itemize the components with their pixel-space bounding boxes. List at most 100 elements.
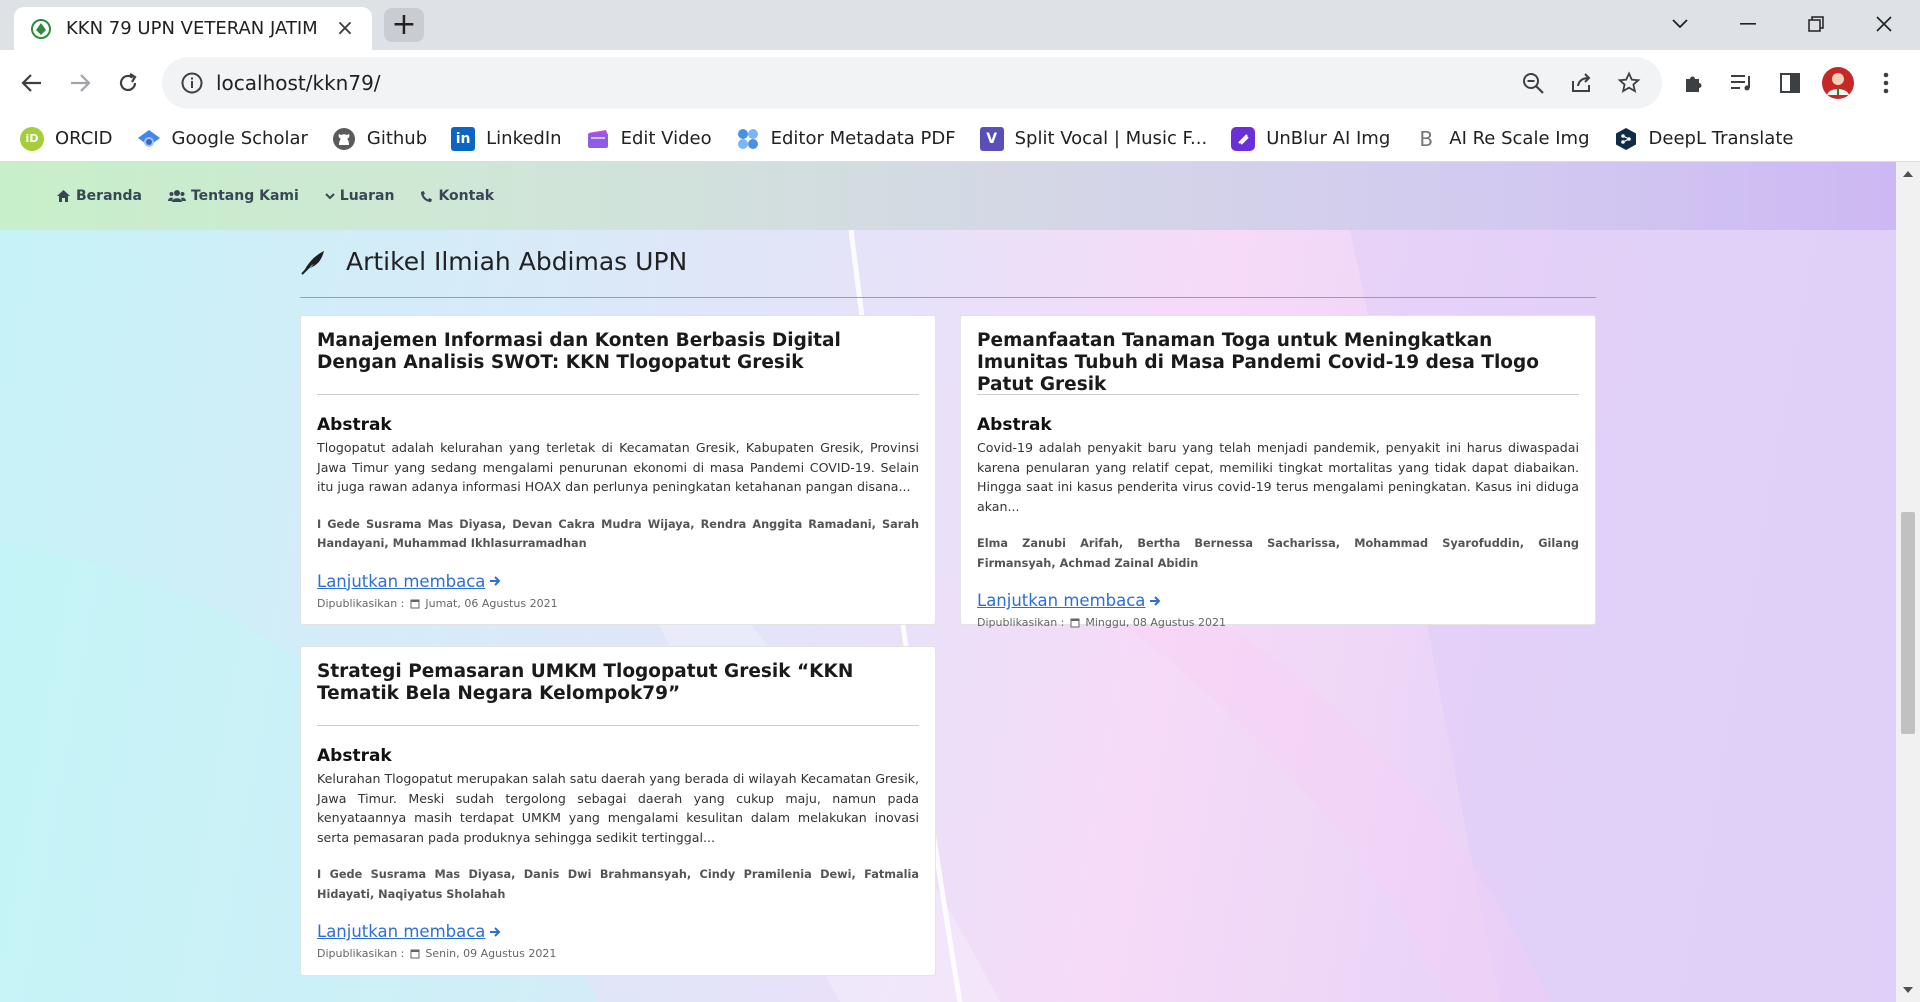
bookmark-orcid[interactable]: iD ORCID: [20, 121, 113, 157]
restore-icon[interactable]: [1788, 6, 1844, 42]
publish-info: Dipublikasikan : Jumat, 06 Agustus 2021: [317, 596, 558, 610]
bookmark-edit-video[interactable]: Edit Video: [586, 121, 712, 157]
arrow-left-icon: [21, 74, 41, 92]
nav-kontak[interactable]: Kontak: [420, 188, 494, 204]
page-viewport: Beranda Tentang Kami Luaran Kontak Artik…: [0, 162, 1920, 1002]
publish-info: Dipublikasikan : Senin, 09 Agustus 2021: [317, 947, 557, 961]
section-divider: [300, 297, 1596, 298]
close-window-icon[interactable]: [1856, 6, 1912, 42]
article-authors: I Gede Susrama Mas Diyasa, Devan Cakra M…: [317, 517, 919, 551]
deepl-icon: [1614, 127, 1638, 151]
tab-search-icon[interactable]: [1652, 6, 1708, 42]
reload-button[interactable]: [108, 63, 148, 103]
card-divider: [317, 725, 919, 726]
bookmark-split-vocal[interactable]: V Split Vocal | Music F...: [979, 121, 1207, 157]
tab-title: KKN 79 UPN VETERAN JATIM: [66, 18, 318, 39]
profile-avatar[interactable]: [1822, 67, 1854, 99]
article-card: Pemanfaatan Tanaman Toga untuk Meningkat…: [960, 315, 1596, 629]
feather-icon: [301, 250, 324, 275]
google-scholar-icon: [137, 127, 161, 151]
calendar-icon: [410, 599, 420, 609]
publish-date: Jumat, 06 Agustus 2021: [425, 596, 558, 610]
new-tab-button[interactable]: +: [384, 8, 424, 42]
minimize-icon[interactable]: [1720, 6, 1776, 42]
github-icon: [332, 127, 356, 151]
read-more-link[interactable]: Lanjutkan membaca: [317, 572, 501, 591]
abstract-text: Kelurahan Tlogopatut merupakan salah sat…: [317, 771, 919, 845]
read-more-link[interactable]: Lanjutkan membaca: [977, 591, 1161, 610]
orcid-icon: iD: [20, 126, 44, 151]
share-icon[interactable]: [1566, 68, 1596, 98]
article-card: Strategi Pemasaran UMKM Tlogopatut Gresi…: [300, 646, 936, 976]
zoom-icon[interactable]: [1518, 68, 1548, 98]
arrow-right-icon: [1150, 595, 1161, 606]
bookmark-unblur[interactable]: UnBlur AI Img: [1231, 121, 1390, 157]
chevron-down-icon: [325, 193, 335, 200]
abstract-heading: Abstrak: [317, 746, 392, 766]
unblur-icon: [1231, 126, 1256, 151]
site-navbar: Beranda Tentang Kami Luaran Kontak: [0, 162, 1896, 230]
abstract-text: Tlogopatut adalah kelurahan yang terleta…: [317, 440, 919, 495]
scroll-up-icon[interactable]: [1896, 162, 1920, 186]
scrollbar-thumb[interactable]: [1901, 512, 1915, 734]
bookmarks-bar: iD ORCID Google Scholar Github in Linked…: [0, 116, 1920, 162]
edit-video-icon: [586, 127, 610, 151]
reload-icon: [119, 73, 137, 92]
side-panel-icon[interactable]: [1774, 67, 1806, 99]
bookmark-github[interactable]: Github: [332, 121, 427, 157]
section-heading: Artikel Ilmiah Abdimas UPN: [300, 247, 687, 276]
abstract-heading: Abstrak: [977, 415, 1052, 435]
scroll-down-icon[interactable]: [1896, 978, 1920, 1002]
phone-icon: [421, 190, 433, 202]
section-title: Artikel Ilmiah Abdimas UPN: [346, 247, 688, 276]
article-authors: Elma Zanubi Arifah, Bertha Bernessa Sach…: [977, 537, 1579, 570]
publish-date: Senin, 09 Agustus 2021: [425, 947, 557, 961]
card-divider: [317, 394, 919, 395]
arrow-right-icon: [71, 74, 91, 92]
site-info-icon[interactable]: [180, 71, 204, 95]
address-bar[interactable]: localhost/kkn79/: [162, 57, 1662, 109]
arrow-right-icon: [490, 926, 501, 937]
abstract-heading: Abstrak: [317, 415, 392, 435]
bookmark-google-scholar[interactable]: Google Scholar: [137, 121, 308, 157]
nav-luaran[interactable]: Luaran: [325, 188, 394, 204]
site-favicon-icon: [30, 18, 52, 40]
article-authors: I Gede Susrama Mas Diyasa, Danis Dwi Bra…: [317, 868, 919, 901]
forward-button[interactable]: [60, 63, 100, 103]
nav-tentang-kami[interactable]: Tentang Kami: [167, 188, 299, 204]
calendar-icon: [410, 949, 420, 959]
home-icon: [57, 190, 70, 202]
calendar-icon: [1070, 618, 1080, 628]
article-title: Pemanfaatan Tanaman Toga untuk Meningkat…: [977, 330, 1539, 395]
article-card: Manajemen Informasi dan Konten Berbasis …: [300, 315, 936, 625]
browser-menu-icon[interactable]: [1870, 67, 1902, 99]
page-scrollbar[interactable]: [1896, 162, 1920, 1002]
publish-info: Dipublikasikan : Minggu, 08 Agustus 2021: [977, 616, 1227, 630]
abstract-text: Covid-19 adalah penyakit baru yang telah…: [977, 440, 1579, 514]
rescale-icon: B: [1419, 126, 1434, 151]
bookmark-editor-metadata-pdf[interactable]: Editor Metadata PDF: [736, 121, 956, 157]
metadata-pdf-icon: [736, 127, 760, 151]
back-button[interactable]: [12, 63, 52, 103]
browser-tab-active[interactable]: KKN 79 UPN VETERAN JATIM ×: [14, 7, 372, 50]
split-vocal-icon: V: [979, 126, 1004, 151]
background-decoration: [0, 221, 1896, 1002]
extensions-icon[interactable]: [1678, 67, 1710, 99]
tab-close-icon[interactable]: ×: [332, 16, 358, 42]
users-icon: [167, 190, 186, 202]
arrow-right-icon: [490, 576, 501, 586]
publish-date: Minggu, 08 Agustus 2021: [1085, 616, 1227, 630]
bookmark-deepl[interactable]: DeepL Translate: [1614, 121, 1793, 157]
read-more-link[interactable]: Lanjutkan membaca: [317, 922, 501, 941]
article-title: Manajemen Informasi dan Konten Berbasis …: [317, 330, 841, 373]
bookmark-star-icon[interactable]: [1614, 68, 1644, 98]
bookmark-linkedin[interactable]: in LinkedIn: [451, 121, 562, 157]
nav-beranda[interactable]: Beranda: [56, 188, 142, 204]
linkedin-icon: in: [451, 126, 476, 151]
bookmark-ai-rescale[interactable]: B AI Re Scale Img: [1414, 121, 1589, 157]
article-title: Strategi Pemasaran UMKM Tlogopatut Gresi…: [317, 661, 854, 704]
browser-toolbar: localhost/kkn79/: [0, 50, 1920, 116]
media-queue-icon[interactable]: [1726, 67, 1758, 99]
tab-strip: KKN 79 UPN VETERAN JATIM × +: [0, 0, 1920, 50]
url-text[interactable]: localhost/kkn79/: [216, 71, 1518, 95]
